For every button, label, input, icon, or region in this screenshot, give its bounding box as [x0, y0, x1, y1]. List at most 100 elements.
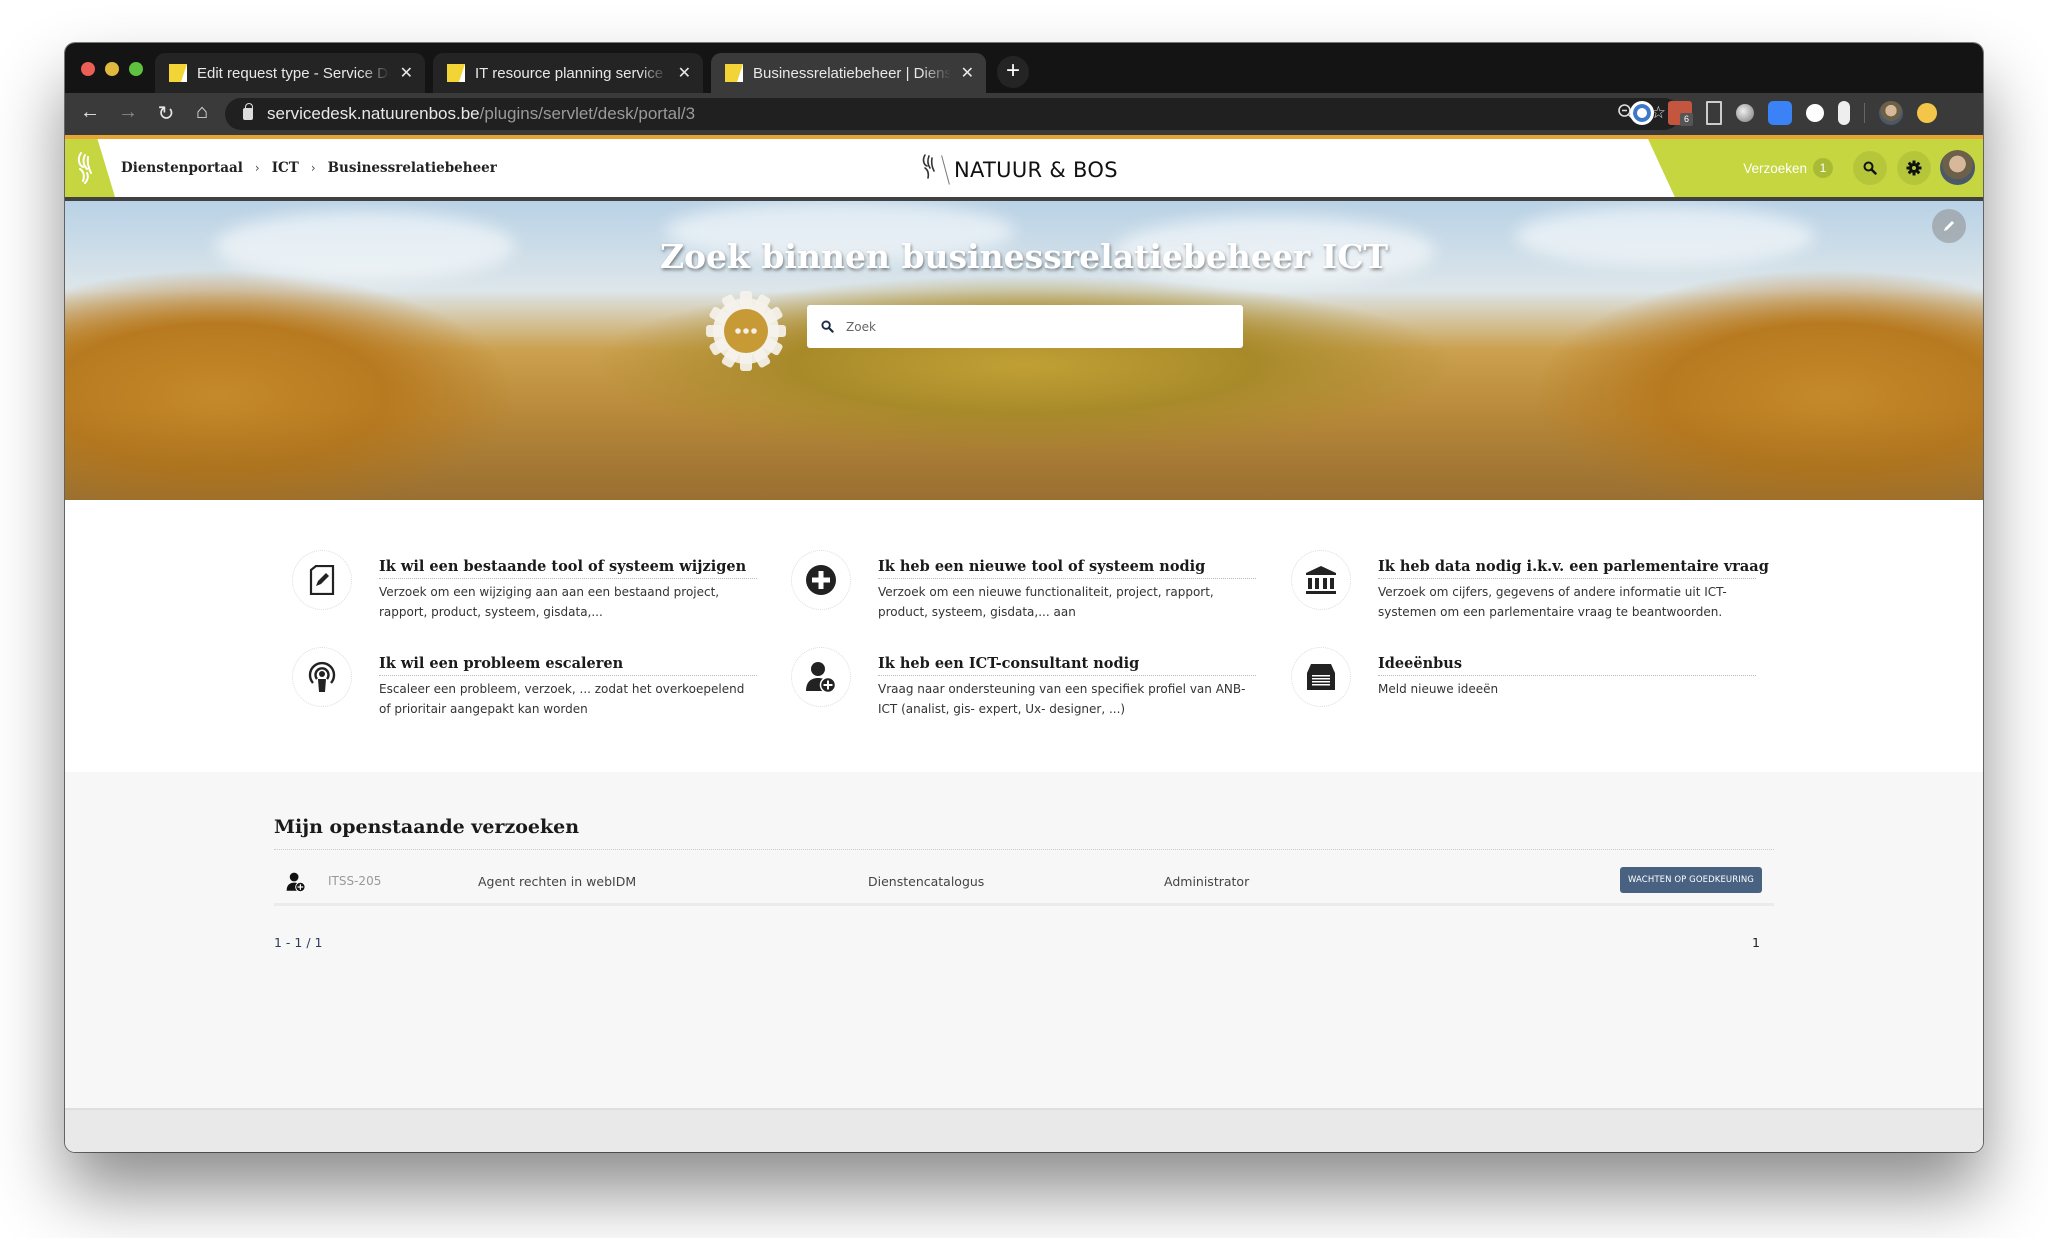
user-plus-icon [286, 872, 306, 895]
status-badge: Wachten op goedkeuring [1620, 867, 1762, 893]
new-tab-button[interactable]: + [997, 56, 1029, 88]
breadcrumb: Dienstenportaal › ICT › Businessrelatieb… [121, 139, 497, 197]
lock-icon [243, 103, 253, 120]
browser-tab-active[interactable]: Businessrelatiebeheer | Dienstenportaal … [711, 53, 986, 93]
address-bar[interactable]: servicedesk.natuurenbos.be/plugins/servl… [225, 98, 1680, 130]
portal-search-box[interactable] [807, 305, 1243, 348]
request-type-title[interactable]: Ik heb een nieuwe tool of systeem nodig [878, 558, 1256, 579]
inbox-icon [1307, 664, 1335, 690]
user-plus-icon [806, 662, 837, 693]
search-icon [821, 320, 834, 333]
bank-icon [1306, 566, 1336, 594]
url-path: /plugins/servlet/desk/portal/3 [479, 104, 696, 123]
search-icon [1863, 161, 1877, 175]
request-summary[interactable]: Agent rechten in webIDM [478, 874, 636, 889]
request-type-title[interactable]: Ik wil een bestaande tool of systeem wij… [379, 558, 757, 579]
profile-avatar[interactable] [1879, 101, 1903, 125]
maximize-window-button[interactable] [129, 62, 143, 76]
open-requests-section: Mijn openstaande verzoeken ITSS-205 Agen… [65, 772, 1983, 1108]
request-type-description: Vraag naar ondersteuning van een specifi… [878, 682, 1246, 716]
request-type-icon [292, 647, 352, 707]
extensions-bar: 6 [1630, 101, 1937, 126]
requests-label: Verzoeken [1743, 160, 1807, 176]
breadcrumb-item-businessrelatiebeheer[interactable]: Businessrelatiebeheer [328, 160, 497, 176]
page-footer [65, 1108, 1983, 1152]
extension-zoom-icon[interactable] [1768, 101, 1792, 125]
request-type-icon [1291, 550, 1351, 610]
request-service: Dienstencatalogus [868, 874, 985, 889]
request-type-item[interactable]: Ik heb data nodig i.k.v. een parlementai… [1291, 550, 1769, 630]
update-icon[interactable] [1917, 103, 1937, 123]
close-tab-icon[interactable]: ✕ [400, 63, 413, 83]
logo-text: NATUUR & BOS [954, 158, 1118, 182]
back-arrow-icon[interactable]: ← [77, 101, 103, 124]
extension-document-icon[interactable] [1706, 101, 1722, 125]
portal-search-input[interactable] [846, 319, 1226, 334]
close-tab-icon[interactable]: ✕ [961, 63, 974, 83]
breadcrumb-item-ict[interactable]: ICT [272, 160, 299, 176]
extension-swirl-icon[interactable] [1630, 101, 1654, 125]
forward-arrow-icon[interactable]: → [115, 101, 141, 124]
request-type-item[interactable]: Ideeënbus Meld nieuwe ideeën [1291, 647, 1761, 727]
browser-tab[interactable]: Edit request type - Service Desk ✕ [155, 53, 425, 93]
request-types-section: Ik wil een bestaande tool of systeem wij… [65, 500, 1983, 772]
requests-count-badge: 1 [1813, 158, 1833, 178]
request-type-item[interactable]: Ik wil een probleem escaleren Escaleer e… [292, 647, 762, 727]
requests-link[interactable]: Verzoeken 1 [1743, 158, 1833, 178]
table-row[interactable]: ITSS-205 Agent rechten in webIDM Dienste… [274, 860, 1774, 906]
tab-strip: Edit request type - Service Desk ✕ IT re… [65, 43, 1983, 93]
user-avatar[interactable] [1940, 150, 1975, 185]
url-host: servicedesk.natuurenbos.be [267, 104, 480, 123]
request-type-title[interactable]: Ideeënbus [1378, 655, 1756, 676]
request-key[interactable]: ITSS-205 [328, 874, 381, 888]
extension-toggle-icon[interactable] [1838, 101, 1850, 125]
pencil-icon [1944, 221, 1954, 231]
banner-title: Zoek binnen businessrelatiebeheer ICT [659, 237, 1389, 276]
open-requests-title: Mijn openstaande verzoeken [274, 816, 580, 838]
extension-sphere-icon[interactable] [1736, 104, 1754, 122]
close-window-button[interactable] [81, 62, 95, 76]
close-tab-icon[interactable]: ✕ [678, 63, 691, 83]
request-type-description: Verzoek om een nieuwe functionaliteit, p… [878, 585, 1214, 619]
browser-tab[interactable]: IT resource planning service desk ✕ [433, 53, 703, 93]
plus-circle-icon [806, 565, 836, 595]
request-type-title[interactable]: Ik heb een ICT-consultant nodig [878, 655, 1256, 676]
extension-badge: 6 [1680, 113, 1693, 126]
request-type-description: Meld nieuwe ideeën [1378, 682, 1499, 696]
site-favicon-icon [447, 64, 465, 82]
settings-button[interactable] [1897, 151, 1931, 185]
breadcrumb-separator: › [254, 161, 260, 175]
edit-banner-button[interactable] [1932, 209, 1966, 243]
site-favicon-icon [725, 64, 743, 82]
pagination-page-1[interactable]: 1 [1752, 935, 1760, 950]
search-button[interactable] [1853, 151, 1887, 185]
reload-icon[interactable]: ↻ [153, 101, 179, 126]
request-type-item[interactable]: Ik heb een ICT-consultant nodig Vraag na… [791, 647, 1261, 727]
home-icon[interactable]: ⌂ [189, 101, 215, 124]
request-type-icon [1291, 647, 1351, 707]
request-type-item[interactable]: Ik heb een nieuwe tool of systeem nodig … [791, 550, 1261, 630]
portal-gear-icon [704, 289, 788, 373]
tab-title: Edit request type - Service Desk [197, 64, 390, 82]
browser-toolbar: ← → ↻ ⌂ servicedesk.natuurenbos.be/plugi… [65, 93, 1983, 135]
site-header: Dienstenportaal › ICT › Businessrelatieb… [65, 139, 1983, 197]
edit-document-icon [309, 565, 335, 595]
hero-banner: Zoek binnen businessrelatiebeheer ICT [65, 201, 1983, 500]
extension-json-icon[interactable] [1806, 104, 1824, 122]
section-divider [274, 849, 1774, 850]
request-type-description: Verzoek om cijfers, gegevens of andere i… [1378, 585, 1727, 619]
breadcrumb-separator: › [310, 161, 316, 175]
tab-title: Businessrelatiebeheer | Dienstenportaal [753, 64, 951, 82]
request-type-item[interactable]: Ik wil een bestaande tool of systeem wij… [292, 550, 762, 630]
flemish-lion-logo-icon[interactable] [75, 151, 99, 192]
tab-title: IT resource planning service desk [475, 64, 668, 82]
request-reporter: Administrator [1164, 874, 1250, 889]
request-type-title[interactable]: Ik heb data nodig i.k.v. een parlementai… [1378, 558, 1769, 579]
extension-password-icon[interactable]: 6 [1668, 101, 1693, 126]
request-type-title[interactable]: Ik wil een probleem escaleren [379, 655, 757, 676]
breadcrumb-item-dienstenportaal[interactable]: Dienstenportaal [121, 160, 243, 176]
minimize-window-button[interactable] [105, 62, 119, 76]
gear-icon [1906, 160, 1922, 176]
request-type-description: Verzoek om een wijziging aan aan een bes… [379, 585, 720, 619]
site-logo[interactable]: NATUUR & BOS [921, 153, 1118, 187]
